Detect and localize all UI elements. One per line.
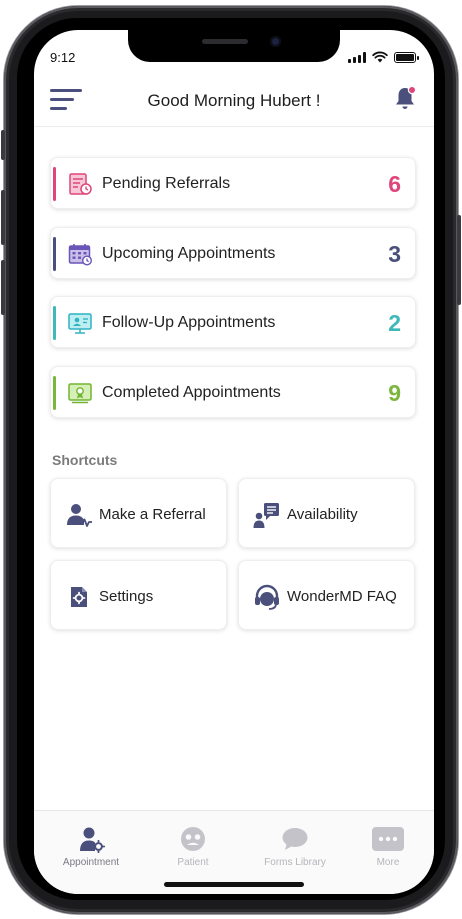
volume-down-button [1, 260, 5, 315]
power-button [457, 215, 461, 305]
card-accent-bar [53, 237, 56, 271]
nav-label: Patient [177, 857, 209, 868]
pending-referrals-card[interactable]: Pending Referrals 6 [50, 157, 416, 209]
user-referral-icon [67, 504, 92, 527]
wifi-icon [372, 51, 388, 63]
card-label: Follow-Up Appointments [102, 314, 276, 331]
shortcut-label: Availability [287, 506, 358, 523]
nav-label: Forms Library [264, 857, 326, 868]
card-accent-bar [53, 306, 56, 340]
greeting-title: Good Morning Hubert ! [147, 91, 321, 110]
user-availability-icon [253, 503, 279, 528]
wondermd-faq-shortcut[interactable]: WonderMD FAQ [238, 560, 415, 630]
follow-up-appointments-count: 2 [388, 310, 401, 336]
notification-bell-icon[interactable] [392, 84, 418, 112]
more-dots-icon [372, 827, 404, 851]
card-accent-bar [53, 167, 56, 201]
upcoming-appointments-count: 3 [388, 241, 401, 267]
nav-label: More [376, 857, 400, 868]
headset-icon [255, 584, 279, 610]
volume-up-button [1, 190, 5, 245]
availability-shortcut[interactable]: Availability [238, 478, 415, 548]
card-label: Pending Referrals [102, 175, 231, 192]
app-header: Good Morning Hubert ! [34, 80, 434, 124]
shortcut-label: Make a Referral [99, 506, 206, 523]
card-label: Completed Appointments [102, 384, 281, 401]
battery-icon [394, 51, 419, 63]
shortcut-label: WonderMD FAQ [287, 588, 397, 605]
home-indicator [164, 882, 304, 887]
status-icons [348, 51, 419, 63]
completed-certificate-icon [68, 383, 92, 404]
chat-bubble-icon [282, 828, 308, 850]
referral-document-icon [69, 173, 92, 195]
card-label: Upcoming Appointments [102, 245, 276, 262]
upcoming-appointments-card[interactable]: Upcoming Appointments 3 [50, 227, 416, 279]
card-accent-bar [53, 376, 56, 410]
shortcuts-heading: Shortcuts [52, 452, 118, 468]
app-screen: 9:12 Good Morning Hubert ! Pending Refer… [34, 30, 434, 894]
speaker [202, 39, 248, 44]
status-time: 9:12 [50, 50, 76, 65]
notch [128, 30, 340, 62]
pending-referrals-count: 6 [388, 171, 401, 197]
appointment-user-gear-icon [80, 827, 105, 853]
follow-up-appointments-card[interactable]: Follow-Up Appointments 2 [50, 296, 416, 348]
settings-shortcut[interactable]: Settings [50, 560, 227, 630]
shortcut-label: Settings [99, 588, 154, 605]
mute-switch [1, 130, 5, 160]
nav-item-forms-library[interactable]: Forms Library [250, 825, 340, 869]
settings-icon [71, 587, 87, 607]
completed-appointments-count: 9 [388, 380, 401, 406]
make-referral-shortcut[interactable]: Make a Referral [50, 478, 227, 548]
cellular-signal-icon [348, 51, 366, 63]
patient-icon [181, 827, 205, 851]
nav-label: Appointment [62, 857, 120, 868]
completed-appointments-card[interactable]: Completed Appointments 9 [50, 366, 416, 418]
header-divider [34, 126, 434, 127]
nav-item-appointment[interactable]: Appointment [46, 825, 136, 869]
monitor-user-icon [68, 313, 92, 334]
nav-item-patient[interactable]: Patient [148, 825, 238, 869]
nav-item-more[interactable]: More [343, 825, 433, 869]
calendar-icon [68, 244, 93, 266]
camera [270, 36, 281, 47]
